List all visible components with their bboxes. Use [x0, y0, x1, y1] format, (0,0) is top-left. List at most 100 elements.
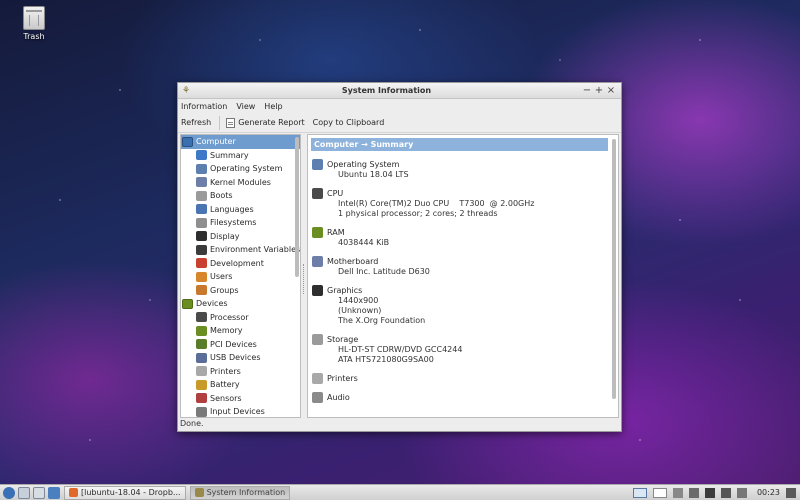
window-title: System Information: [341, 86, 432, 95]
groups-icon: [196, 285, 207, 296]
generate-report-button[interactable]: Generate Report: [226, 117, 305, 128]
tree-item-display[interactable]: Display: [181, 230, 300, 244]
start-menu-icon[interactable]: [3, 486, 15, 499]
summary-section-graphics: Graphics 1440x900 (Unknown) The X.Org Found…: [312, 284, 618, 326]
trash-desktop-icon[interactable]: Trash: [16, 6, 52, 41]
network-icon[interactable]: [672, 487, 683, 498]
menu-view[interactable]: View: [236, 102, 255, 111]
tree-item-boots[interactable]: Boots: [181, 189, 300, 203]
details-header: Computer → Summary: [311, 138, 608, 151]
tree-item-processor[interactable]: Processor: [181, 311, 300, 325]
browser-icon[interactable]: [48, 486, 60, 499]
minimize-button[interactable]: −: [581, 85, 593, 96]
tree-item-label: Summary: [210, 150, 249, 160]
tree-item-operating-system[interactable]: Operating System: [181, 162, 300, 176]
summary-section-cpu: CPU Intel(R) Core(TM)2 Duo CPU T7300 @ 2.…: [312, 187, 618, 219]
task-system-information[interactable]: System Information: [189, 485, 291, 500]
tree-item-label: Printers: [210, 366, 241, 376]
section-value: (Unknown): [338, 306, 382, 315]
info-icon: [196, 150, 207, 161]
close-button[interactable]: ×: [605, 85, 617, 96]
tree-item-battery[interactable]: Battery: [181, 378, 300, 392]
tree-item-label: Battery: [210, 380, 240, 390]
tree-item-groups[interactable]: Groups: [181, 284, 300, 298]
tree-item-kernel-modules[interactable]: Kernel Modules: [181, 176, 300, 190]
pci-icon: [196, 339, 207, 350]
tree-scrollbar[interactable]: [295, 137, 299, 277]
tree-item-label: Kernel Modules: [210, 177, 271, 187]
dropbox-icon[interactable]: [736, 487, 747, 498]
details-pane: Computer → Summary Operating System Ubunt…: [307, 134, 619, 418]
tree-item-label: Environment Variables: [210, 245, 301, 255]
task-label: System Information: [206, 488, 286, 497]
tree-item-filesystems[interactable]: Filesystems: [181, 216, 300, 230]
section-value: 4038444 KiB: [338, 238, 390, 247]
tree-item-environment-variables[interactable]: Environment Variables: [181, 243, 300, 257]
devices-icon: [182, 298, 193, 309]
workspace-1-icon[interactable]: [632, 487, 647, 498]
section-value: Intel(R) Core(TM)2 Duo CPU T7300 @ 2.00G…: [338, 199, 535, 208]
section-title: Storage: [327, 334, 359, 344]
tree-item-printers[interactable]: Printers: [181, 365, 300, 379]
section-value: ATA HTS721080G9SA00: [338, 355, 434, 364]
power-icon[interactable]: [786, 487, 796, 498]
battery-icon: [196, 379, 207, 390]
tree-item-pci-devices[interactable]: PCI Devices: [181, 338, 300, 352]
tree-item-development[interactable]: Development: [181, 257, 300, 271]
tree-item-label: Languages: [210, 204, 254, 214]
section-title: CPU: [327, 188, 344, 198]
tree-item-languages[interactable]: Languages: [181, 203, 300, 217]
summary-section-printers: Printers: [312, 372, 618, 384]
tree-item-input-devices[interactable]: Input Devices: [181, 405, 300, 417]
status-bar: Done.: [180, 419, 204, 428]
update-icon[interactable]: [704, 487, 715, 498]
tree-item-summary[interactable]: Summary: [181, 149, 300, 163]
tree-item-label: PCI Devices: [210, 339, 257, 349]
system-tray: 00:23: [627, 487, 800, 498]
tree-item-label: Display: [210, 231, 240, 241]
tree-item-label: Boots: [210, 191, 233, 201]
section-value: Ubuntu 18.04 LTS: [338, 170, 409, 179]
maximize-button[interactable]: +: [593, 85, 605, 96]
task-dropbox-browser[interactable]: [lubuntu-18.04 - Dropb...: [64, 485, 186, 500]
copy-to-clipboard-button[interactable]: Copy to Clipboard: [313, 118, 385, 127]
tree-item-label: Memory: [210, 326, 243, 336]
tree-item-users[interactable]: Users: [181, 270, 300, 284]
tree-category-computer[interactable]: Computer: [181, 135, 300, 149]
section-value: Dell Inc. Latitude D630: [338, 267, 430, 276]
battery-tray-icon[interactable]: [688, 487, 699, 498]
memory-icon: [312, 226, 323, 238]
tree-item-label: Sensors: [210, 393, 242, 403]
section-title: RAM: [327, 227, 345, 237]
workspace-2-icon[interactable]: [652, 487, 667, 498]
tree-item-label: USB Devices: [210, 353, 261, 363]
cpu-icon: [196, 312, 207, 323]
tree-item-memory[interactable]: Memory: [181, 324, 300, 338]
cpu-icon: [312, 187, 323, 199]
clock[interactable]: 00:23: [757, 488, 780, 497]
tree-item-sensors[interactable]: Sensors: [181, 392, 300, 406]
taskbar: [lubuntu-18.04 - Dropb... System Informa…: [0, 484, 800, 500]
section-value: HL-DT-ST CDRW/DVD GCC4244: [338, 345, 463, 354]
task-label: [lubuntu-18.04 - Dropb...: [81, 488, 181, 497]
menu-information[interactable]: Information: [181, 102, 227, 111]
file-manager-icon[interactable]: [33, 486, 45, 499]
trash-label: Trash: [23, 32, 45, 41]
trash-icon: [23, 6, 45, 30]
details-scrollbar[interactable]: [612, 139, 616, 399]
main-content: Computer Summary Operating System Kernel M…: [180, 134, 619, 418]
volume-icon[interactable]: [720, 487, 731, 498]
computer-icon: [182, 136, 193, 147]
menu-help[interactable]: Help: [264, 102, 282, 111]
copy-label: Copy to Clipboard: [312, 118, 385, 127]
refresh-button[interactable]: Refresh: [181, 118, 211, 127]
tree-item-usb-devices[interactable]: USB Devices: [181, 351, 300, 365]
memory-icon: [196, 325, 207, 336]
tree-item-label: Filesystems: [210, 218, 257, 228]
system-information-window: ⚘ System Information − + × Information V…: [177, 82, 622, 432]
tree-item-label: Groups: [210, 285, 239, 295]
show-desktop-icon[interactable]: [18, 486, 30, 499]
tree-category-devices[interactable]: Devices: [181, 297, 300, 311]
menu-bar: Information View Help: [178, 99, 621, 113]
title-bar[interactable]: ⚘ System Information − + ×: [178, 83, 621, 99]
